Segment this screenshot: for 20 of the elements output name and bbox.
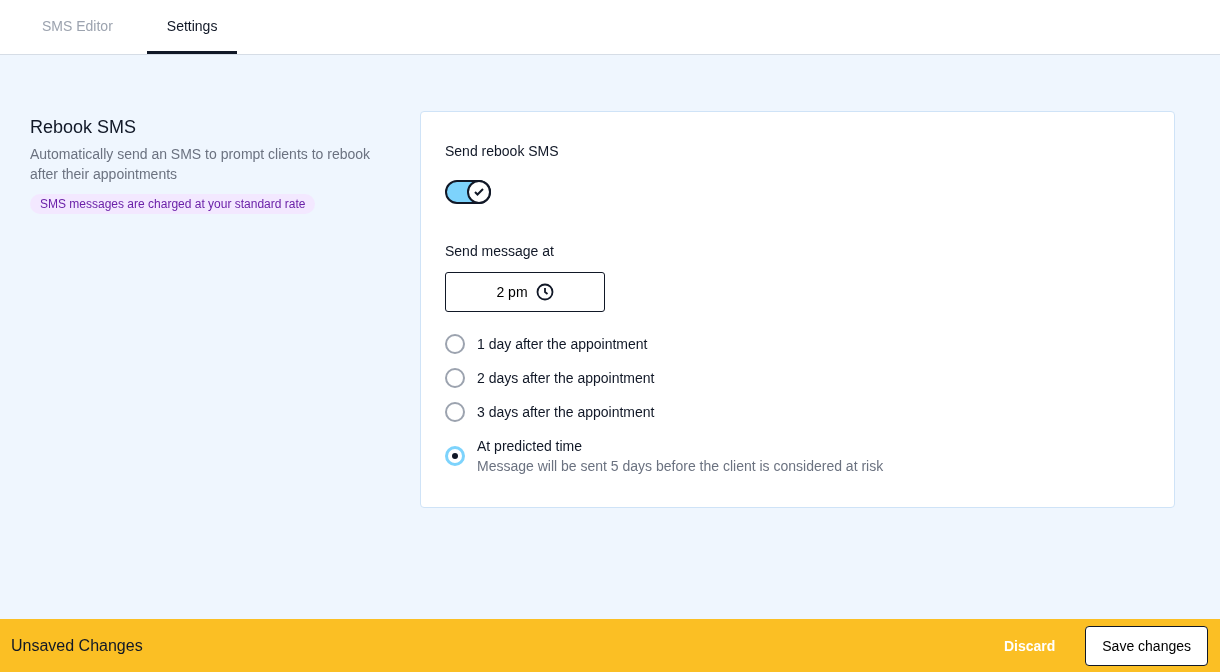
section-title: Rebook SMS [30, 117, 138, 138]
save-button[interactable]: Save changes [1085, 625, 1208, 666]
checkmark-icon [474, 188, 484, 196]
unsaved-status: Unsaved Changes [11, 636, 144, 655]
radio-button[interactable] [445, 402, 465, 422]
option-label: 3 days after the appointment [477, 403, 655, 422]
option-label: 1 day after the appointment [477, 335, 648, 354]
radio-button[interactable] [445, 446, 465, 466]
time-label: Send message at [445, 243, 554, 259]
toggle-label: Send rebook SMS [445, 143, 559, 159]
radio-button[interactable] [445, 368, 465, 388]
option-label: 2 days after the appointment [477, 369, 655, 388]
section-description: Automatically send an SMS to prompt clients to rebook after their appointments [30, 145, 372, 184]
radio-button[interactable] [445, 334, 465, 354]
pricing-badge: SMS messages are charged at your standard rate [30, 194, 316, 214]
clock-icon [535, 283, 554, 301]
option-label: At predicted time [477, 437, 584, 456]
option-hint: Message will be sent 5 days before the client is considered at risk [477, 457, 884, 476]
time-picker[interactable]: 2 pm [445, 272, 605, 312]
toggle-switch[interactable] [445, 180, 491, 204]
